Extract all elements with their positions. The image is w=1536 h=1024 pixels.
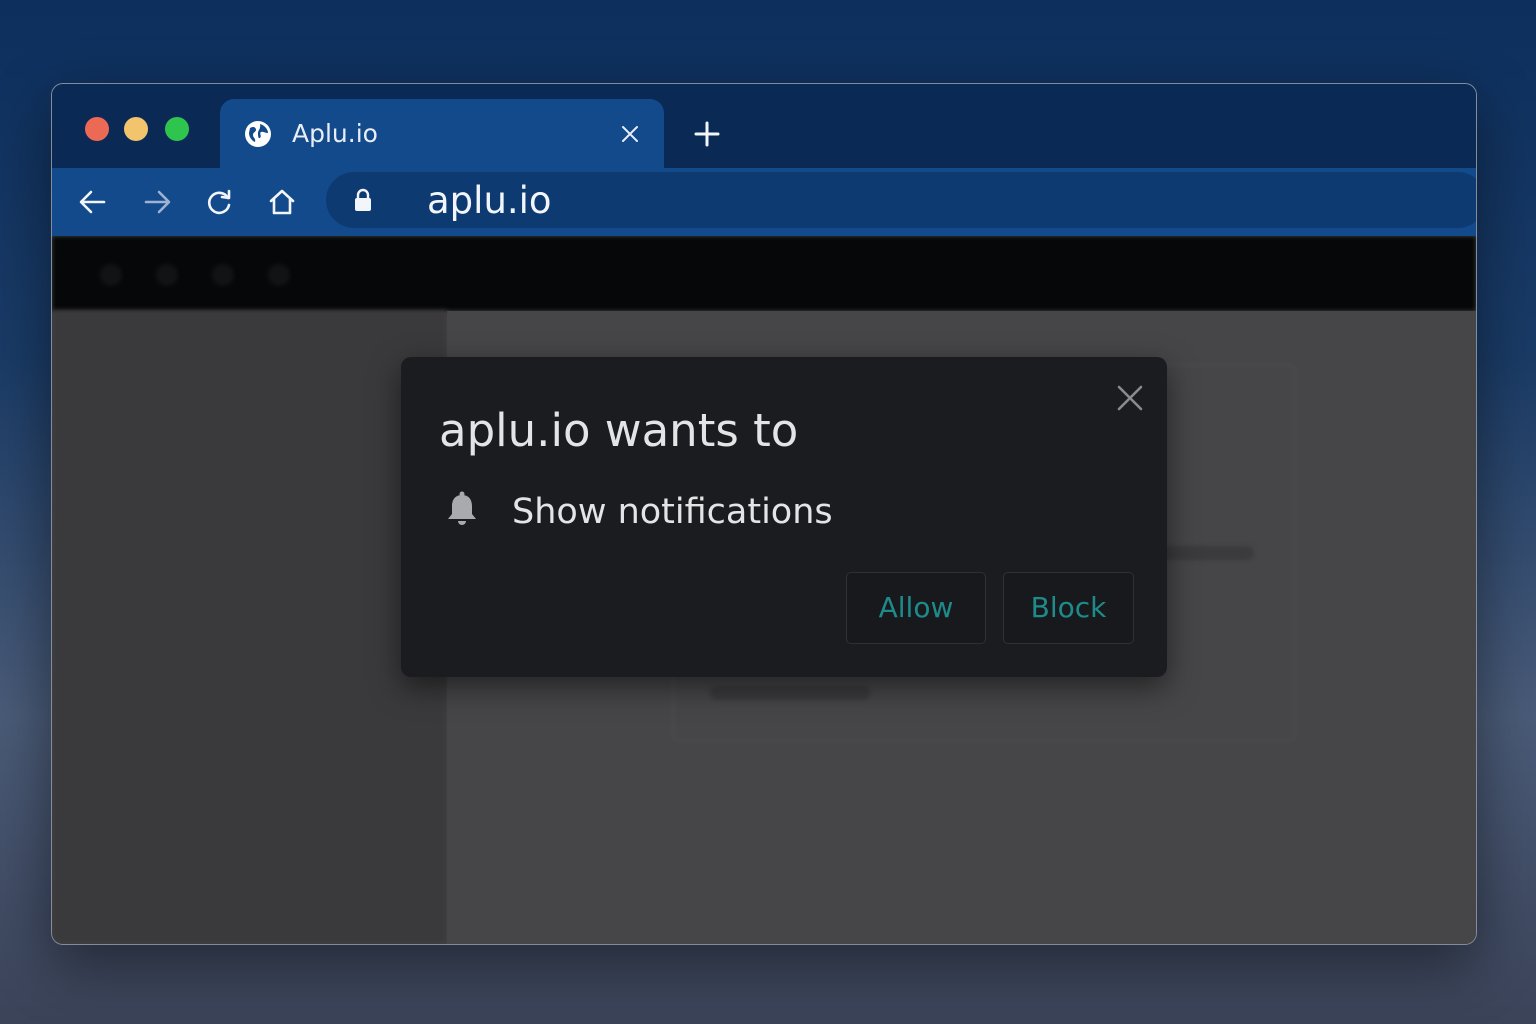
page-header <box>52 236 1476 311</box>
close-window-button[interactable] <box>85 117 109 141</box>
arrow-right-icon[interactable] <box>141 186 173 218</box>
bell-icon <box>448 491 476 525</box>
new-tab-plus-icon[interactable] <box>694 121 720 147</box>
permission-text: Show notifications <box>512 492 833 532</box>
header-icon <box>100 264 122 286</box>
reload-icon[interactable] <box>203 186 235 218</box>
close-icon[interactable] <box>1117 385 1143 411</box>
block-button[interactable]: Block <box>1003 572 1134 644</box>
browser-toolbar: aplu.io <box>52 168 1476 237</box>
maximize-window-button[interactable] <box>165 117 189 141</box>
lock-icon <box>355 188 371 211</box>
globe-icon <box>245 121 271 147</box>
allow-button[interactable]: Allow <box>846 572 986 644</box>
address-url[interactable]: aplu.io <box>427 180 552 222</box>
header-icon <box>268 264 290 286</box>
close-icon[interactable] <box>620 124 640 144</box>
browser-window: Aplu.io aplu.io aplu.io wants to Show no… <box>51 83 1477 945</box>
card-text-line <box>710 686 870 700</box>
tab-aplu[interactable]: Aplu.io <box>220 99 664 168</box>
header-icon <box>212 264 234 286</box>
tab-title: Aplu.io <box>292 119 378 148</box>
home-icon[interactable] <box>266 186 298 218</box>
address-bar[interactable]: aplu.io <box>326 172 1476 228</box>
tab-strip: Aplu.io <box>52 84 1476 168</box>
arrow-left-icon[interactable] <box>77 186 109 218</box>
page-sidebar <box>52 311 447 944</box>
minimize-window-button[interactable] <box>124 117 148 141</box>
permission-dialog: aplu.io wants to Show notifications Allo… <box>401 357 1167 677</box>
dialog-title: aplu.io wants to <box>439 404 799 457</box>
header-icon <box>156 264 178 286</box>
card-text-line <box>1154 546 1254 560</box>
